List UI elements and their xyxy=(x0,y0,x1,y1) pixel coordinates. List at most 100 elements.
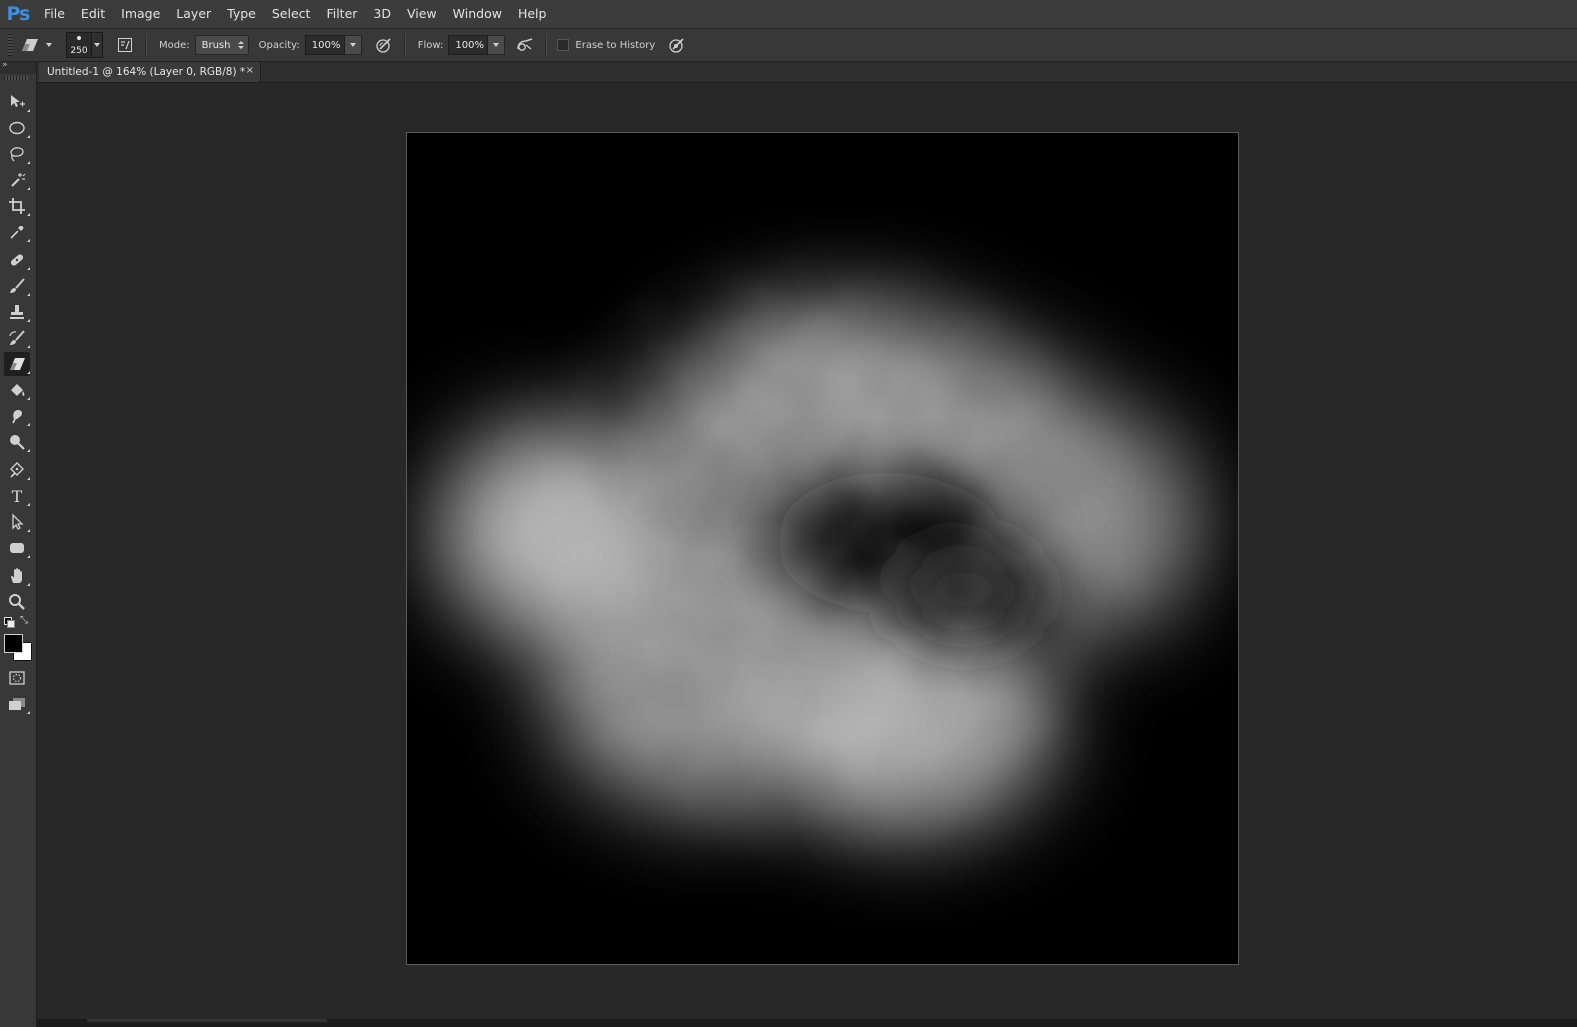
tool-flyout-indicator xyxy=(27,135,30,138)
history-brush-tool[interactable] xyxy=(4,326,30,350)
mode-select[interactable]: Brush xyxy=(194,35,249,55)
lasso-tool[interactable] xyxy=(4,142,30,166)
rounded-rectangle-icon xyxy=(10,543,24,553)
eraser-icon[interactable] xyxy=(18,33,42,57)
tool-flyout-indicator xyxy=(27,555,30,558)
tool-flyout-indicator xyxy=(27,239,30,242)
menu-3d[interactable]: 3D xyxy=(365,0,399,28)
erase-to-history-checkbox[interactable] xyxy=(557,39,570,51)
crop-tool[interactable] xyxy=(4,194,30,218)
menu-view[interactable]: View xyxy=(399,0,445,28)
screen-mode-icon xyxy=(9,698,25,710)
pressure-size-icon[interactable] xyxy=(665,33,689,57)
brush-preset-dropdown[interactable] xyxy=(92,32,103,58)
dodge-icon xyxy=(10,435,25,450)
status-strip xyxy=(37,1019,1577,1027)
magic-wand-icon xyxy=(11,173,26,187)
menu-edit[interactable]: Edit xyxy=(73,0,113,28)
tool-flyout-indicator xyxy=(27,397,30,400)
smudge-tool[interactable] xyxy=(4,404,30,428)
move-icon xyxy=(11,95,25,107)
tool-flyout-indicator xyxy=(27,371,30,374)
quick-mask-button[interactable] xyxy=(4,666,30,690)
tool-flyout-indicator xyxy=(27,529,30,532)
opacity-input[interactable]: 100% xyxy=(304,35,345,55)
mode-select-value: Brush xyxy=(201,39,231,51)
airbrush-icon[interactable] xyxy=(513,33,537,57)
separator xyxy=(403,34,406,56)
menu-select[interactable]: Select xyxy=(264,0,319,28)
opacity-slider-dropdown[interactable] xyxy=(344,35,362,55)
menu-bar: Ps File Edit Image Layer Type Select Fil… xyxy=(0,0,1577,29)
path-selection-tool[interactable] xyxy=(4,510,30,534)
eyedropper-tool[interactable] xyxy=(4,220,30,244)
rounded-rectangle-tool[interactable] xyxy=(4,536,30,560)
foreground-color-swatch[interactable] xyxy=(4,634,23,653)
tool-flyout-indicator xyxy=(27,187,30,190)
toolbox-grip[interactable] xyxy=(4,76,28,80)
horizontal-scrollbar[interactable] xyxy=(87,1019,327,1022)
toolbox-header[interactable]: » xyxy=(0,60,36,74)
eyedropper-icon xyxy=(10,226,24,239)
document-tab-bar: Untitled-1 @ 164% (Layer 0, RGB/8) * × xyxy=(37,62,1577,83)
options-bar-grip[interactable] xyxy=(8,34,12,56)
eraser-icon xyxy=(10,358,25,370)
elliptical-marquee-tool[interactable] xyxy=(4,116,30,140)
cloud-render-image xyxy=(407,133,1238,964)
tool-flyout-indicator xyxy=(27,711,30,714)
opacity-label: Opacity: xyxy=(258,39,300,51)
document-tab[interactable]: Untitled-1 @ 164% (Layer 0, RGB/8) * × xyxy=(39,62,261,82)
chevron-down-icon xyxy=(94,43,100,47)
hand-tool[interactable] xyxy=(4,564,30,588)
paint-bucket-tool[interactable] xyxy=(4,378,30,402)
options-bar: 250 Mode: Brush Opacity: 100% Flow: 100% xyxy=(0,29,1577,62)
menu-layer[interactable]: Layer xyxy=(168,0,219,28)
move-tool[interactable] xyxy=(4,90,30,114)
tool-flyout-indicator xyxy=(27,583,30,586)
brush-preset-picker[interactable]: 250 xyxy=(66,32,92,58)
screen-mode-button[interactable] xyxy=(4,692,30,716)
photoshop-logo: Ps xyxy=(6,3,31,25)
stamp-icon xyxy=(10,305,24,319)
tool-flyout-indicator xyxy=(27,503,30,506)
dodge-tool[interactable] xyxy=(4,430,30,454)
flow-input[interactable]: 100% xyxy=(448,35,489,55)
spot-healing-brush-tool[interactable] xyxy=(4,248,30,272)
tool-preset-chevron-down-icon[interactable] xyxy=(46,43,52,47)
menu-file[interactable]: File xyxy=(36,0,73,28)
menu-type[interactable]: Type xyxy=(219,0,264,28)
chevron-down-icon xyxy=(349,43,356,47)
menu-window[interactable]: Window xyxy=(445,0,510,28)
close-icon[interactable]: × xyxy=(246,65,254,76)
magic-wand-tool[interactable] xyxy=(4,168,30,192)
document-canvas[interactable] xyxy=(406,132,1239,965)
ellipse-marquee-icon xyxy=(9,121,25,135)
type-tool[interactable]: T xyxy=(4,484,30,508)
flow-label: Flow: xyxy=(417,39,444,51)
tool-flyout-indicator xyxy=(27,161,30,164)
menu-filter[interactable]: Filter xyxy=(318,0,365,28)
color-swatches: ⤡ xyxy=(3,615,33,665)
clone-stamp-tool[interactable] xyxy=(4,300,30,324)
separator xyxy=(545,34,548,56)
menu-image[interactable]: Image xyxy=(113,0,168,28)
tool-flyout-indicator xyxy=(27,109,30,112)
eraser-tool[interactable] xyxy=(4,352,30,376)
brush-tool[interactable] xyxy=(4,274,30,298)
separator xyxy=(145,34,147,56)
menu-help[interactable]: Help xyxy=(510,0,555,28)
pressure-opacity-icon[interactable] xyxy=(372,33,396,57)
tool-flyout-indicator xyxy=(27,267,30,270)
flow-slider-dropdown[interactable] xyxy=(488,35,506,55)
quick-mask-icon xyxy=(9,671,25,685)
smudge-icon xyxy=(12,410,22,424)
default-colors-icon-back xyxy=(7,620,15,628)
zoom-tool[interactable] xyxy=(4,590,30,614)
expand-panel-icon[interactable]: » xyxy=(2,60,8,70)
tool-flyout-indicator xyxy=(27,293,30,296)
pen-tool[interactable] xyxy=(4,458,30,482)
brush-panel-toggle-icon[interactable] xyxy=(113,33,137,57)
brush-icon xyxy=(10,278,25,293)
swap-colors-icon[interactable]: ⤡ xyxy=(20,615,28,626)
history-brush-icon xyxy=(9,330,25,345)
